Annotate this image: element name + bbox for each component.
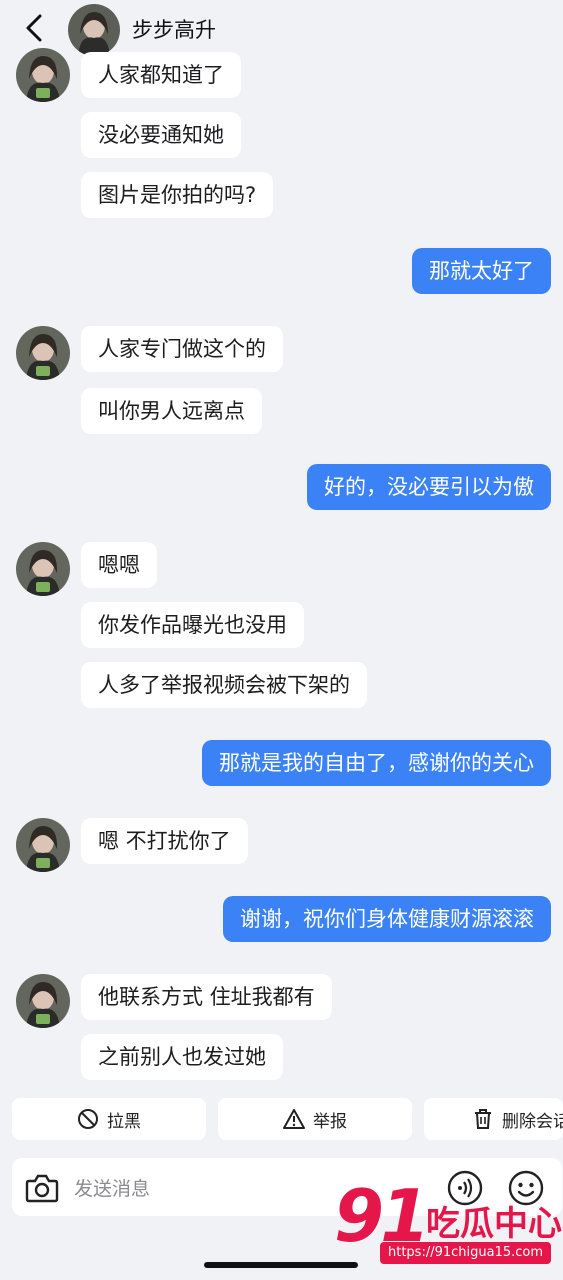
chevron-left-icon	[26, 14, 42, 42]
action-row: 拉黑 举报 删除会话	[0, 1098, 563, 1142]
contact-name: 步步高升	[132, 18, 216, 42]
outgoing-message-bubble[interactable]: 那就太好了	[412, 248, 551, 294]
back-button[interactable]	[18, 10, 50, 46]
incoming-message-bubble[interactable]: 他联系方式 住址我都有	[81, 974, 332, 1020]
sender-avatar[interactable]	[16, 818, 70, 872]
sender-avatar[interactable]	[16, 542, 70, 596]
camera-icon	[25, 1174, 59, 1203]
block-icon	[78, 1109, 98, 1129]
camera-button[interactable]	[24, 1170, 60, 1206]
incoming-message-bubble[interactable]: 嗯 不打扰你了	[81, 818, 248, 864]
incoming-message-bubble[interactable]: 人家专门做这个的	[81, 326, 283, 372]
delete-chat-button[interactable]: 删除会话	[424, 1098, 563, 1140]
sender-avatar[interactable]	[16, 48, 70, 102]
block-label: 拉黑	[107, 1111, 141, 1132]
outgoing-message-bubble[interactable]: 那就是我的自由了，感谢你的关心	[202, 740, 551, 786]
incoming-message-bubble[interactable]: 你发作品曝光也没用	[81, 602, 304, 648]
delete-chat-label: 删除会话	[502, 1111, 563, 1132]
watermark-logo: 91 吃瓜中心 https://91chigua15.com	[334, 1180, 562, 1270]
incoming-message-bubble[interactable]: 叫你男人远离点	[81, 388, 262, 434]
chat-header: 步步高升	[0, 0, 563, 60]
incoming-message-bubble[interactable]: 人家都知道了	[81, 52, 241, 98]
sender-avatar[interactable]	[16, 974, 70, 1028]
watermark-url: https://91chigua15.com	[380, 1242, 552, 1264]
incoming-message-bubble[interactable]: 之前别人也发过她	[81, 1034, 283, 1080]
incoming-message-bubble[interactable]: 图片是你拍的吗?	[81, 172, 274, 218]
incoming-message-bubble[interactable]: 没必要通知她	[81, 112, 241, 158]
incoming-message-bubble[interactable]: 嗯嗯	[81, 542, 157, 588]
sender-avatar[interactable]	[16, 326, 70, 380]
outgoing-message-bubble[interactable]: 好的，没必要引以为傲	[307, 464, 551, 510]
message-input[interactable]: 发送消息	[74, 1174, 150, 1201]
warning-icon	[283, 1109, 305, 1129]
trash-icon	[475, 1109, 491, 1129]
incoming-message-bubble[interactable]: 人多了举报视频会被下架的	[81, 662, 367, 708]
contact-avatar[interactable]	[68, 4, 120, 56]
block-button[interactable]: 拉黑	[12, 1098, 206, 1140]
report-button[interactable]: 举报	[218, 1098, 412, 1140]
outgoing-message-bubble[interactable]: 谢谢，祝你们身体健康财源滚滚	[223, 896, 551, 942]
report-label: 举报	[313, 1111, 347, 1132]
watermark-name: 吃瓜中心	[426, 1204, 562, 1244]
